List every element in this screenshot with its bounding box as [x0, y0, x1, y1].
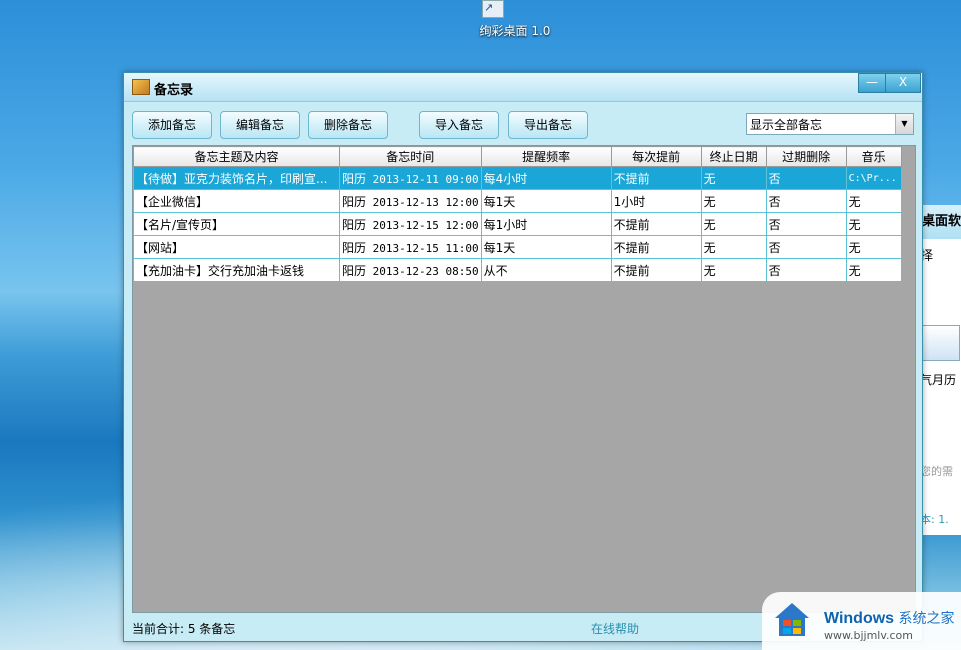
cell-expire-delete: 否 — [765, 212, 847, 236]
cell-music: 无 — [845, 235, 902, 259]
watermark-brand: Windows 系统之家 — [824, 610, 955, 627]
toolbar: 添加备忘 编辑备忘 删除备忘 导入备忘 导出备忘 显示全部备忘 ▼ — [124, 103, 922, 141]
cell-expire-delete: 否 — [765, 258, 847, 282]
cell-subject: 【充加油卡】交行充加油卡返钱 — [133, 258, 340, 282]
watermark-url: www.bjjmlv.com — [824, 629, 913, 642]
cell-music: 无 — [845, 258, 902, 282]
column-header[interactable]: 过期删除 — [765, 146, 847, 167]
memo-window: 备忘录 — X 添加备忘 编辑备忘 删除备忘 导入备忘 导出备忘 显示全部备忘 … — [123, 72, 923, 642]
cell-end-date: 无 — [700, 212, 767, 236]
memo-table-area[interactable]: 备忘主题及内容 备忘时间 提醒频率 每次提前 终止日期 过期删除 音乐 【待做】… — [132, 145, 916, 613]
calendar-icon[interactable] — [922, 325, 960, 361]
table-row[interactable]: 【待做】亚克力装饰名片，印刷宣... 阳历 2013-12-11 09:00 每… — [133, 166, 902, 190]
cell-advance: 不提前 — [610, 212, 702, 236]
column-header[interactable]: 每次提前 — [610, 146, 702, 167]
cell-time: 阳历 2013-12-11 09:00 — [339, 166, 482, 190]
table-header-row: 备忘主题及内容 备忘时间 提醒频率 每次提前 终止日期 过期删除 音乐 — [133, 146, 902, 167]
cell-music: 无 — [845, 212, 902, 236]
cell-end-date: 无 — [700, 166, 767, 190]
import-memo-button[interactable]: 导入备忘 — [419, 111, 499, 139]
cell-subject: 【企业微信】 — [133, 189, 340, 213]
cell-time: 阳历 2013-12-23 08:50 — [339, 258, 482, 282]
cell-subject: 【待做】亚克力装饰名片，印刷宣... — [133, 166, 340, 190]
title-bar[interactable]: 备忘录 — X — [124, 73, 922, 102]
background-version: 本: 1. — [920, 513, 949, 526]
background-hint: 您的需 — [920, 465, 953, 478]
cell-end-date: 无 — [700, 235, 767, 259]
table-row[interactable]: 【企业微信】 阳历 2013-12-13 12:00 每1天 1小时 无 否 无 — [133, 189, 902, 213]
cell-frequency: 每1小时 — [480, 212, 612, 236]
online-help-link[interactable]: 在线帮助 — [591, 620, 639, 637]
calendar-label: 气月历 — [920, 373, 957, 387]
cell-music: 无 — [845, 189, 902, 213]
table-row[interactable]: 【网站】 阳历 2013-12-15 11:00 每1天 不提前 无 否 无 — [133, 235, 902, 259]
memo-table: 备忘主题及内容 备忘时间 提醒频率 每次提前 终止日期 过期删除 音乐 【待做】… — [133, 146, 902, 282]
cell-advance: 不提前 — [610, 166, 702, 190]
app-icon — [132, 79, 150, 95]
cell-frequency: 每1天 — [480, 189, 612, 213]
edit-memo-button[interactable]: 编辑备忘 — [220, 111, 300, 139]
cell-time: 阳历 2013-12-13 12:00 — [339, 189, 482, 213]
window-title: 备忘录 — [154, 83, 194, 98]
close-button[interactable]: X — [885, 73, 921, 93]
cell-music: C:\Pr... — [845, 166, 902, 190]
cell-frequency: 每4小时 — [480, 166, 612, 190]
cell-time: 阳历 2013-12-15 11:00 — [339, 235, 482, 259]
table-row[interactable]: 【名片/宣传页】 阳历 2013-12-15 12:00 每1小时 不提前 无 … — [133, 212, 902, 236]
column-header[interactable]: 提醒频率 — [480, 146, 612, 167]
desktop-shortcut-label: 绚彩桌面 1.0 — [479, 24, 551, 38]
cell-expire-delete: 否 — [765, 235, 847, 259]
cell-time: 阳历 2013-12-15 12:00 — [339, 212, 482, 236]
cell-advance: 不提前 — [610, 258, 702, 282]
cell-subject: 【名片/宣传页】 — [133, 212, 340, 236]
cell-advance: 1小时 — [610, 189, 702, 213]
desktop-shortcut[interactable]: 绚彩桌面 1.0 — [470, 0, 560, 40]
memo-count: 当前合计: 5 条备忘 — [132, 622, 236, 636]
cell-frequency: 从不 — [480, 258, 612, 282]
filter-select[interactable]: 显示全部备忘 ▼ — [746, 113, 914, 135]
column-header[interactable]: 备忘时间 — [339, 146, 482, 167]
cell-subject: 【网站】 — [133, 235, 340, 259]
filter-select-value: 显示全部备忘 — [750, 118, 823, 132]
column-header[interactable]: 终止日期 — [700, 146, 767, 167]
column-header[interactable]: 音乐 — [845, 146, 902, 167]
column-header[interactable]: 备忘主题及内容 — [133, 146, 340, 167]
cell-frequency: 每1天 — [480, 235, 612, 259]
chevron-down-icon[interactable]: ▼ — [895, 114, 913, 134]
minimize-button[interactable]: — — [858, 73, 886, 93]
cell-advance: 不提前 — [610, 235, 702, 259]
delete-memo-button[interactable]: 删除备忘 — [308, 111, 388, 139]
table-row[interactable]: 【充加油卡】交行充加油卡返钱 阳历 2013-12-23 08:50 从不 不提… — [133, 258, 902, 282]
cell-end-date: 无 — [700, 258, 767, 282]
cell-expire-delete: 否 — [765, 189, 847, 213]
cell-end-date: 无 — [700, 189, 767, 213]
windows-logo-icon — [775, 603, 809, 636]
cell-expire-delete: 否 — [765, 166, 847, 190]
add-memo-button[interactable]: 添加备忘 — [132, 111, 212, 139]
export-memo-button[interactable]: 导出备忘 — [508, 111, 588, 139]
watermark: Windows 系统之家 www.bjjmlv.com — [762, 592, 961, 650]
shortcut-icon — [482, 0, 504, 18]
